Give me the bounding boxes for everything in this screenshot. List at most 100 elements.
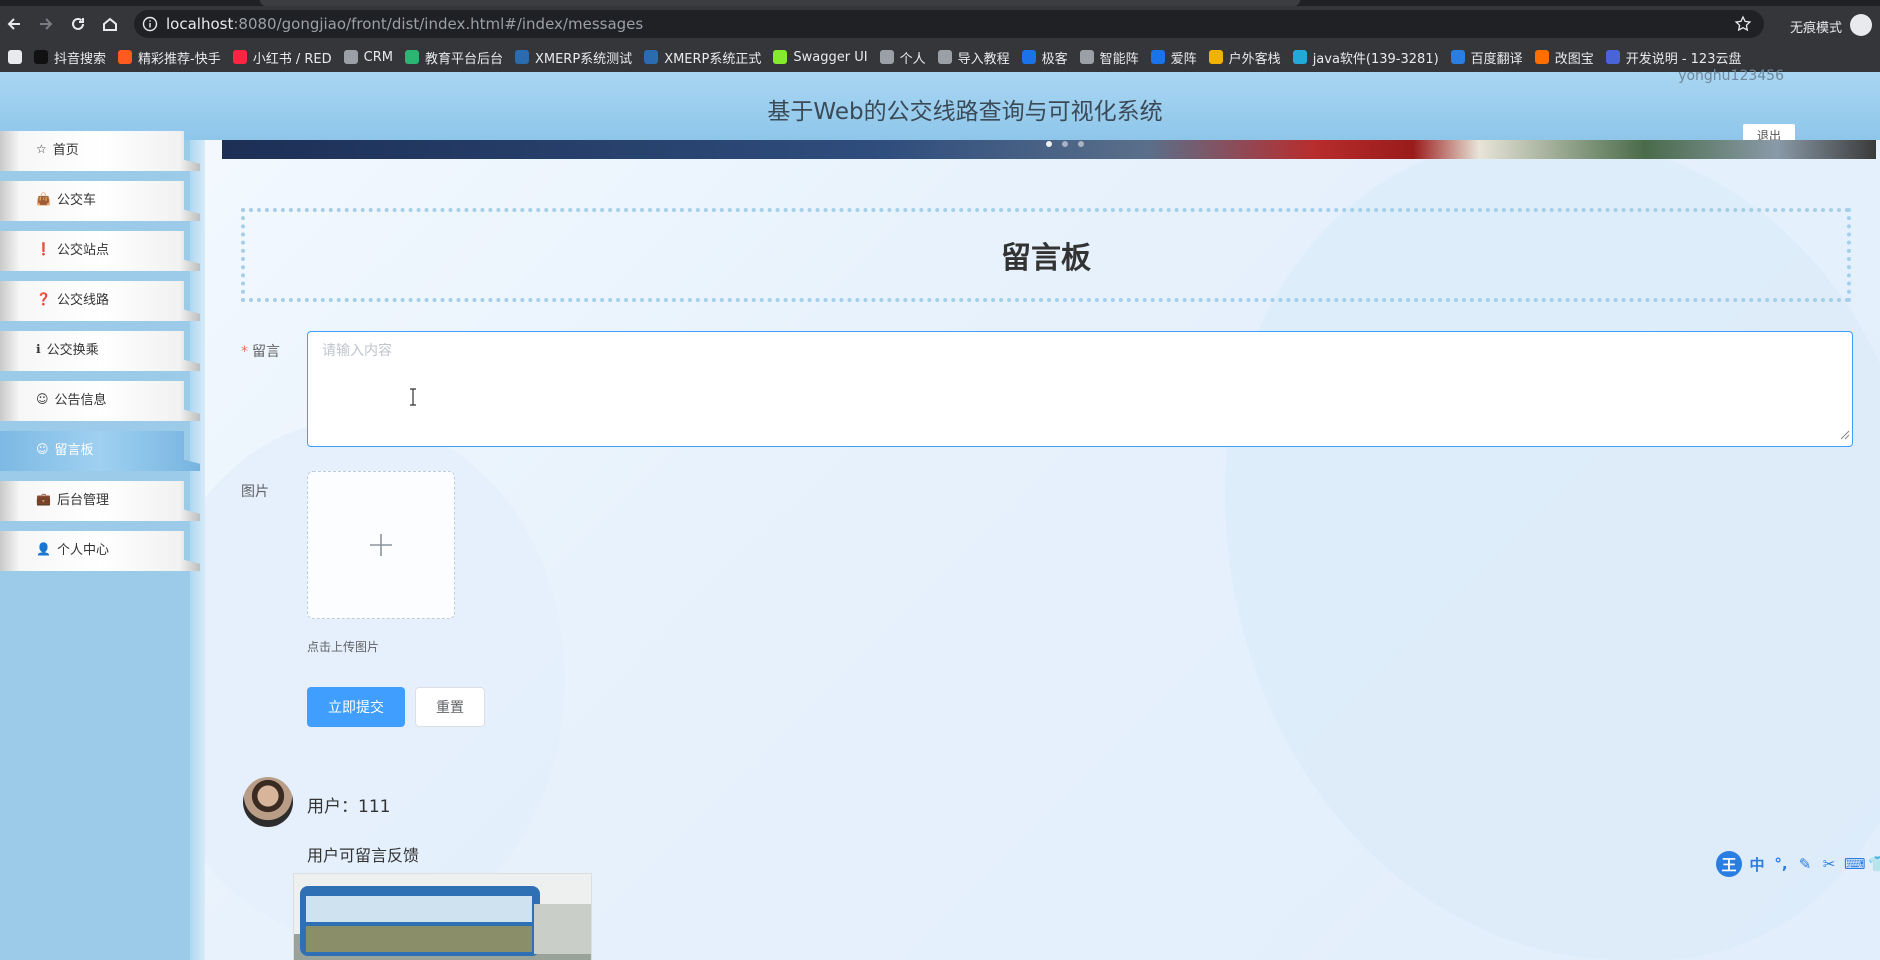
sidebar-item-bg	[0, 181, 200, 221]
message-content: 用户可留言反馈	[307, 846, 420, 865]
ime-tool-icon[interactable]: 👕	[1868, 855, 1880, 873]
bookmark-item[interactable]: 户外客栈	[1208, 48, 1281, 67]
upload-hint: 点击上传图片	[307, 640, 380, 654]
bookmark-label: 智能阵	[1099, 51, 1139, 67]
sidebar-item[interactable]: 👤 个人中心	[0, 523, 200, 573]
bookmark-label: 教育平台后台	[424, 51, 503, 67]
bookmark-favicon-icon	[34, 50, 48, 64]
question-icon: ❓	[36, 291, 51, 306]
sidebar-item-label: 公交换乘	[46, 343, 99, 358]
bookmark-label: 抖音搜索	[54, 51, 107, 67]
bookmark-favicon-icon	[937, 50, 952, 64]
sidebar-item[interactable]: ☺ 留言板	[0, 423, 200, 473]
bookmark-item[interactable]: java软件(139-3281)	[1292, 48, 1439, 67]
bookmark-item[interactable]: 教育平台后台	[404, 48, 503, 67]
sidebar-item-content[interactable]: ☺ 留言板	[36, 439, 94, 459]
bookmark-label: 百度翻译	[1470, 51, 1523, 67]
message-textarea[interactable]: 请输入内容	[307, 331, 1853, 447]
bookmark-item[interactable]: XMERP系统测试	[514, 48, 632, 67]
chat-icon: ☺	[36, 441, 49, 456]
bookmark-item[interactable]: 个人	[879, 48, 926, 67]
carousel-dot[interactable]	[1078, 141, 1084, 147]
bookmark-label: 精彩推荐-快手	[138, 51, 221, 67]
sidebar-item-label: 首页	[52, 143, 79, 158]
user-icon: 👤	[36, 541, 51, 556]
bookmark-item[interactable]: Swagger UI	[773, 50, 868, 65]
reload-icon[interactable]	[66, 12, 90, 36]
bookmark-label: CRM	[363, 49, 393, 65]
submit-button[interactable]: 立即提交	[307, 687, 405, 727]
sidebar-item-content[interactable]: ❓ 公交线路	[36, 289, 109, 309]
ime-toolbar: 王 中 °, ✎ ✂ ⌨ 👕	[1716, 851, 1880, 877]
site-header: 基于Web的公交线路查询与可视化系统 yonghu123456 退出	[0, 68, 1880, 140]
ime-tool-icon[interactable]: ✂	[1820, 855, 1838, 873]
bookmark-star-icon[interactable]	[1734, 15, 1752, 37]
bookmark-favicon-icon	[232, 50, 247, 64]
bookmark-item[interactable]: 小红书 / RED	[232, 48, 332, 67]
bookmark-favicon-icon	[514, 50, 529, 64]
bookmark-item[interactable]: 改图宝	[1534, 48, 1594, 67]
forward-icon[interactable]	[34, 12, 58, 36]
home-icon[interactable]	[98, 12, 122, 36]
ime-tool-icon[interactable]: ✎	[1796, 855, 1814, 873]
message-placeholder: 请输入内容	[322, 343, 392, 359]
sidebar-item[interactable]: ❓ 公交线路	[0, 273, 200, 323]
ime-tool-icon[interactable]: °,	[1772, 855, 1790, 873]
bookmark-favicon-icon	[1079, 50, 1094, 64]
message-label: * 留言	[241, 344, 280, 360]
sidebar-item-label: 公告信息	[54, 393, 107, 408]
carousel-dot[interactable]	[1062, 141, 1068, 147]
info-icon: ℹ	[36, 341, 41, 356]
ime-tool-icon[interactable]: 中	[1748, 854, 1766, 875]
site-info-icon[interactable]	[142, 16, 158, 36]
bookmark-item[interactable]: 导入教程	[937, 48, 1010, 67]
sidebar-item[interactable]: 💼 后台管理	[0, 473, 200, 523]
bookmark-label: 开发说明 - 123云盘	[1625, 51, 1742, 67]
url-bar[interactable]: localhost:8080/gongjiao/front/dist/index…	[134, 10, 1764, 38]
sidebar-item-bg	[0, 331, 200, 371]
sidebar-item-content[interactable]: ☺ 公告信息	[36, 389, 107, 409]
sidebar-item-content[interactable]: 👜 公交车	[36, 189, 96, 209]
incognito-label: 无痕模式	[1790, 21, 1843, 36]
sidebar-item-content[interactable]: ℹ 公交换乘	[36, 339, 99, 359]
bookmark-item[interactable]: 精彩推荐-快手	[118, 48, 221, 67]
reset-button[interactable]: 重置	[415, 687, 485, 727]
bookmark-label: 户外客栈	[1228, 51, 1281, 67]
sidebar-item[interactable]: ☆ 首页	[0, 123, 200, 173]
text-cursor-icon	[408, 388, 418, 410]
sidebar-item[interactable]: ℹ 公交换乘	[0, 323, 200, 373]
carousel-dot[interactable]	[1046, 141, 1052, 147]
bookmark-item[interactable]: XMERP系统正式	[644, 48, 761, 67]
bookmark-item[interactable]: 智能阵	[1079, 48, 1139, 67]
plus-icon	[370, 534, 392, 556]
bookmark-item[interactable]: 爱阵	[1150, 48, 1197, 67]
sidebar-item[interactable]: 👜 公交车	[0, 173, 200, 223]
smile-icon: ☺	[36, 391, 49, 406]
star-icon: ☆	[36, 141, 47, 156]
banner-carousel[interactable]	[222, 140, 1876, 159]
bookmark-label: 小红书 / RED	[252, 51, 332, 67]
bookmark-item[interactable]: 百度翻译	[1450, 48, 1523, 67]
ime-tool-icon[interactable]: ⌨	[1844, 855, 1866, 873]
sidebar-item-content[interactable]: 👤 个人中心	[36, 539, 109, 559]
logout-button[interactable]: 退出	[1743, 124, 1795, 140]
image-uploader[interactable]	[307, 471, 455, 619]
sidebar-item-content[interactable]: ❗ 公交站点	[36, 239, 109, 259]
bookmark-favicon-icon	[1450, 50, 1465, 64]
bookmark-item[interactable]: 抖音搜索	[34, 48, 106, 67]
sidebar-item-content[interactable]: 💼 后台管理	[36, 489, 109, 509]
bookmark-item[interactable]: 开发说明 - 123云盘	[1605, 48, 1742, 67]
ime-logo-icon[interactable]: 王	[1716, 851, 1742, 877]
sidebar-item-content[interactable]: ☆ 首页	[36, 139, 79, 159]
back-icon[interactable]	[2, 12, 26, 36]
sidebar-item[interactable]: ☺ 公告信息	[0, 373, 200, 423]
bookmark-item[interactable]: 极客	[1021, 48, 1068, 67]
incognito-icon[interactable]	[1850, 14, 1872, 36]
required-asterisk: *	[241, 344, 248, 360]
apps-icon[interactable]	[8, 50, 22, 64]
bookmark-label: 改图宝	[1554, 51, 1594, 67]
site-title: 基于Web的公交线路查询与可视化系统	[767, 99, 1163, 125]
bookmark-item[interactable]: CRM	[343, 49, 393, 65]
sidebar-item[interactable]: ❗ 公交站点	[0, 223, 200, 273]
resize-handle-icon[interactable]	[1840, 428, 1850, 444]
